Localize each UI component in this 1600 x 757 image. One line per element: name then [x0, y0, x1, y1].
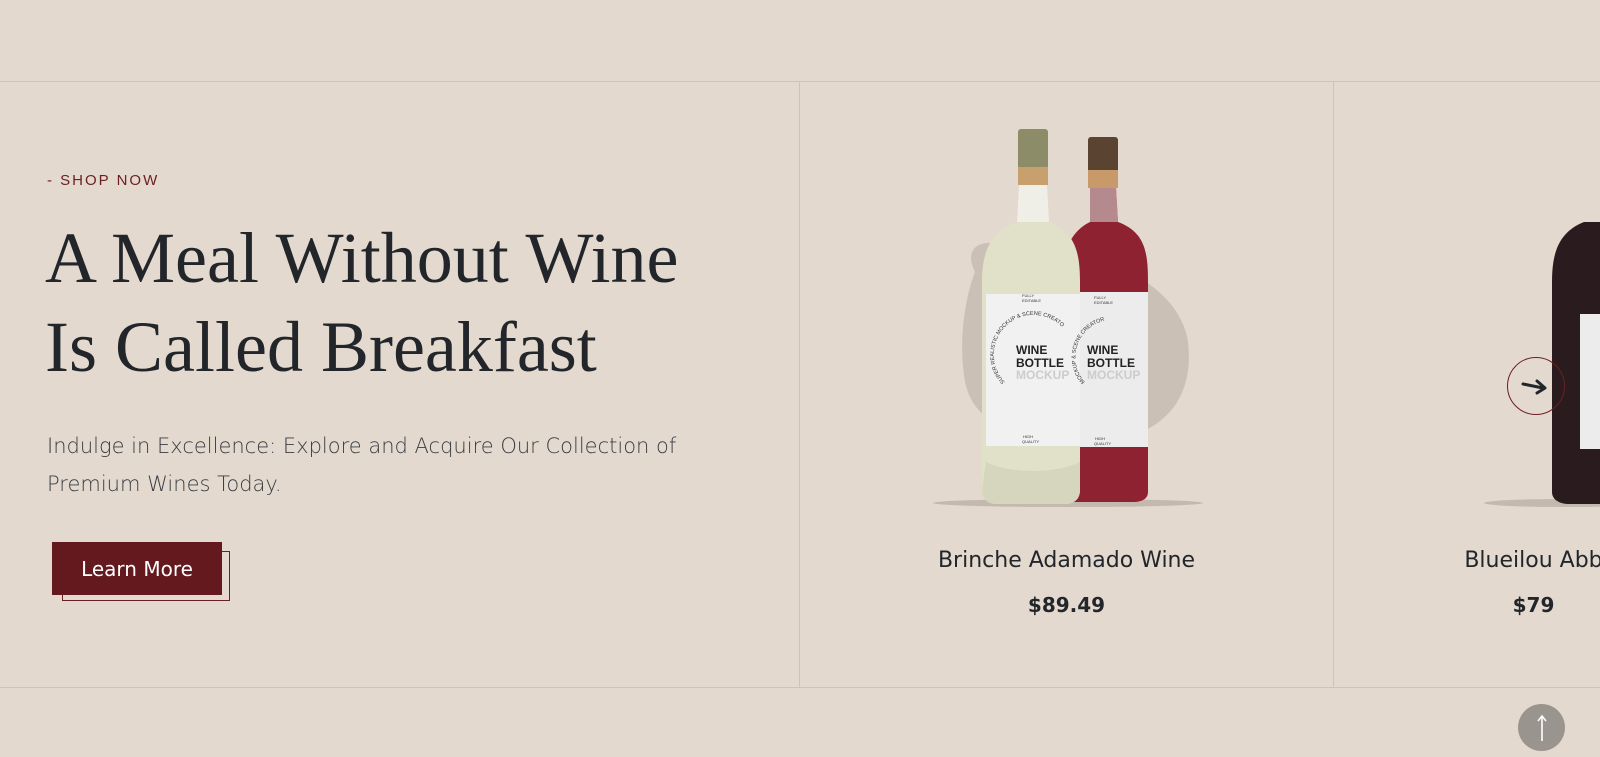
hero-subtext: Indulge in Excellence: Explore and Acqui… — [47, 434, 677, 496]
carousel-next-button[interactable] — [1507, 357, 1565, 415]
product-name[interactable]: Brinche Adamado Wine — [800, 548, 1333, 573]
bottle-label — [1580, 314, 1600, 449]
svg-text:MOCKUP: MOCKUP — [1016, 368, 1069, 382]
hero-eyebrow: - SHOP NOW — [47, 172, 160, 189]
arrow-right-icon — [1521, 379, 1547, 395]
product-name[interactable]: Blueilou Abb — [1334, 548, 1600, 573]
hero-headline-line-1: A Meal Without Wine — [45, 218, 679, 298]
hero-headline-line-2: Is Called Breakfast — [45, 307, 597, 387]
svg-text:QUALITY: QUALITY — [1094, 441, 1111, 446]
svg-text:QUALITY: QUALITY — [1022, 439, 1039, 444]
product-price: $89.49 — [1027, 593, 1106, 617]
learn-more-wrapper: Learn More — [52, 542, 230, 602]
svg-text:EDITABLE: EDITABLE — [1094, 300, 1113, 305]
product-image — [1484, 222, 1600, 507]
svg-text:WINE: WINE — [1087, 343, 1118, 357]
product-price: $79 — [1512, 593, 1555, 617]
product-card[interactable]: FULLY EDITABLE SUPER REALISTIC MOCKUP & … — [800, 82, 1333, 687]
page: - SHOP NOW A Meal Without Wine Is Called… — [0, 0, 1600, 757]
arrow-up-icon — [1536, 714, 1547, 741]
product-image: FULLY EDITABLE SUPER REALISTIC MOCKUP & … — [800, 82, 1203, 507]
svg-text:WINE: WINE — [1016, 343, 1047, 357]
scroll-to-top-button[interactable] — [1518, 704, 1565, 751]
divider-bottom — [0, 687, 1600, 688]
svg-text:MOCKUP: MOCKUP — [1087, 368, 1140, 382]
learn-more-button[interactable]: Learn More — [52, 542, 222, 595]
hero-headline: A Meal Without Wine Is Called Breakfast — [45, 214, 765, 392]
svg-text:EDITABLE: EDITABLE — [1022, 298, 1041, 303]
